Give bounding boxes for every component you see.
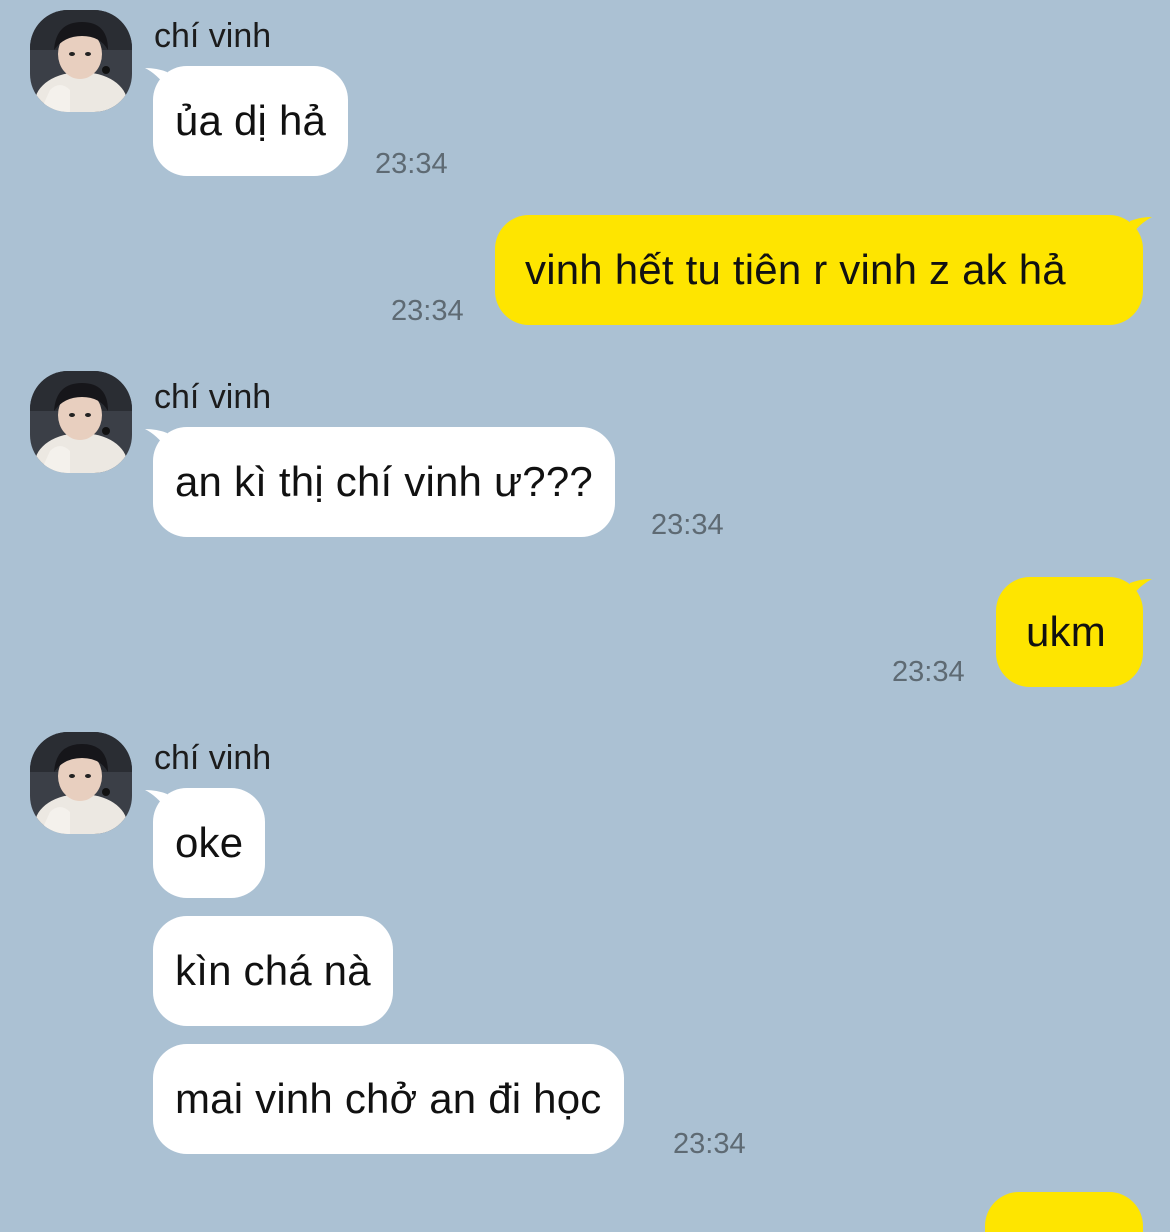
avatar-photo-icon <box>30 732 132 834</box>
message-bubble[interactable]: mai vinh chở an đi học <box>153 1044 624 1154</box>
sender-avatar[interactable] <box>30 371 132 473</box>
sender-name: chí vinh <box>154 739 272 777</box>
sender-avatar[interactable] <box>30 732 132 834</box>
message-time: 23:34 <box>375 148 448 180</box>
avatar-photo-icon <box>30 10 132 112</box>
bubble-tail-icon <box>1130 217 1152 237</box>
avatar-photo-icon <box>30 371 132 473</box>
sender-avatar[interactable] <box>30 10 132 112</box>
message-bubble[interactable]: vinh hết tu tiên r vinh z ak hả <box>495 215 1143 325</box>
message-bubble[interactable]: ủa dị hả <box>153 66 349 176</box>
message-bubble[interactable]: oke <box>153 788 266 898</box>
bubble-tail-icon <box>1130 579 1152 599</box>
chat-view: chí vinh ủa dị hả 23:34 vinh hết tu tiên… <box>0 0 1170 1232</box>
message-time: 23:34 <box>892 656 965 688</box>
message-time: 23:34 <box>391 295 464 327</box>
message-time: 23:34 <box>651 509 724 541</box>
sender-name: chí vinh <box>154 378 272 416</box>
message-bubble[interactable]: ukm <box>996 577 1143 687</box>
message-time: 23:34 <box>673 1128 746 1160</box>
sender-name: chí vinh <box>154 17 272 55</box>
message-bubble[interactable]: an kì thị chí vinh ư??? <box>153 427 615 537</box>
message-bubble[interactable]: kìn chá nà <box>153 916 393 1026</box>
message-bubble-partial <box>985 1192 1143 1232</box>
